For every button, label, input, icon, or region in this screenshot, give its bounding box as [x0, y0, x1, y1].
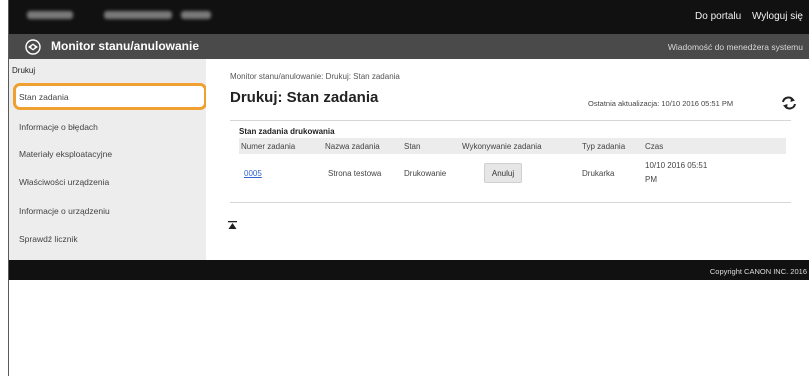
job-status-table: Stan zadania drukowania Numer zadania Na…	[230, 120, 791, 203]
sidebar-section-print: Drukuj	[12, 66, 36, 75]
sidebar-item-check-counter[interactable]: Sprawdź licznik	[19, 234, 78, 244]
blurred-device-name	[27, 11, 73, 19]
portal-link[interactable]: Do portalu	[695, 11, 741, 22]
col-job-number: Numer zadania	[241, 142, 296, 151]
blurred-device-model	[104, 11, 172, 19]
job-time-ampm: PM	[645, 175, 657, 184]
breadcrumb: Monitor stanu/anulowanie: Drukuj: Stan z…	[230, 72, 400, 81]
table-header-row: Numer zadania Nazwa zadania Stan Wykonyw…	[239, 138, 786, 154]
logout-link[interactable]: Wyloguj się	[752, 11, 803, 22]
job-type: Drukarka	[582, 169, 615, 178]
cancel-job-button[interactable]: Anuluj	[484, 163, 522, 183]
job-number-link[interactable]: 0005	[244, 169, 262, 178]
app-title: Monitor stanu/anulowanie	[51, 39, 200, 53]
col-job-action: Wykonywanie zadania	[462, 142, 542, 151]
col-status: Stan	[404, 142, 421, 151]
col-time: Czas	[645, 142, 664, 151]
main-content: Monitor stanu/anulowanie: Drukuj: Stan z…	[206, 59, 809, 260]
top-links: Do portalu Wyloguj się	[687, 11, 803, 22]
sidebar-item-consumables[interactable]: Materiały eksploatacyjne	[19, 149, 112, 159]
scroll-to-top-icon[interactable]	[228, 221, 237, 230]
job-name: Strona testowa	[328, 169, 382, 178]
sidebar-item-job-status-label: Stan zadania	[19, 92, 69, 102]
app-header: Monitor stanu/anulowanie Wiadomość do me…	[9, 34, 809, 59]
sidebar-item-error-info[interactable]: Informacje o błędach	[19, 122, 98, 132]
page-title: Drukuj: Stan zadania	[230, 89, 379, 106]
table-title: Stan zadania drukowania	[239, 127, 335, 136]
blurred-device-info	[181, 11, 211, 19]
job-time-date: 10/10 2016 05:51	[645, 161, 708, 170]
canon-logo-icon	[25, 39, 41, 55]
sidebar-item-device-features[interactable]: Właściwości urządzenia	[19, 177, 109, 187]
sidebar-item-device-info[interactable]: Informacje o urządzeniu	[19, 206, 110, 216]
footer: Copyright CANON INC. 2016	[9, 260, 809, 280]
last-update-text: Ostatnia aktualizacja: 10/10 2016 05:51 …	[588, 99, 734, 108]
copyright-text: Copyright CANON INC. 2016	[709, 267, 807, 276]
message-to-admin-link[interactable]: Wiadomość do menedżera systemu	[668, 42, 803, 52]
refresh-icon[interactable]	[780, 94, 798, 112]
job-status: Drukowanie	[404, 169, 447, 178]
col-job-name: Nazwa zadania	[325, 142, 380, 151]
top-bar: Do portalu Wyloguj się	[9, 0, 809, 34]
col-job-type: Typ zadania	[582, 142, 626, 151]
